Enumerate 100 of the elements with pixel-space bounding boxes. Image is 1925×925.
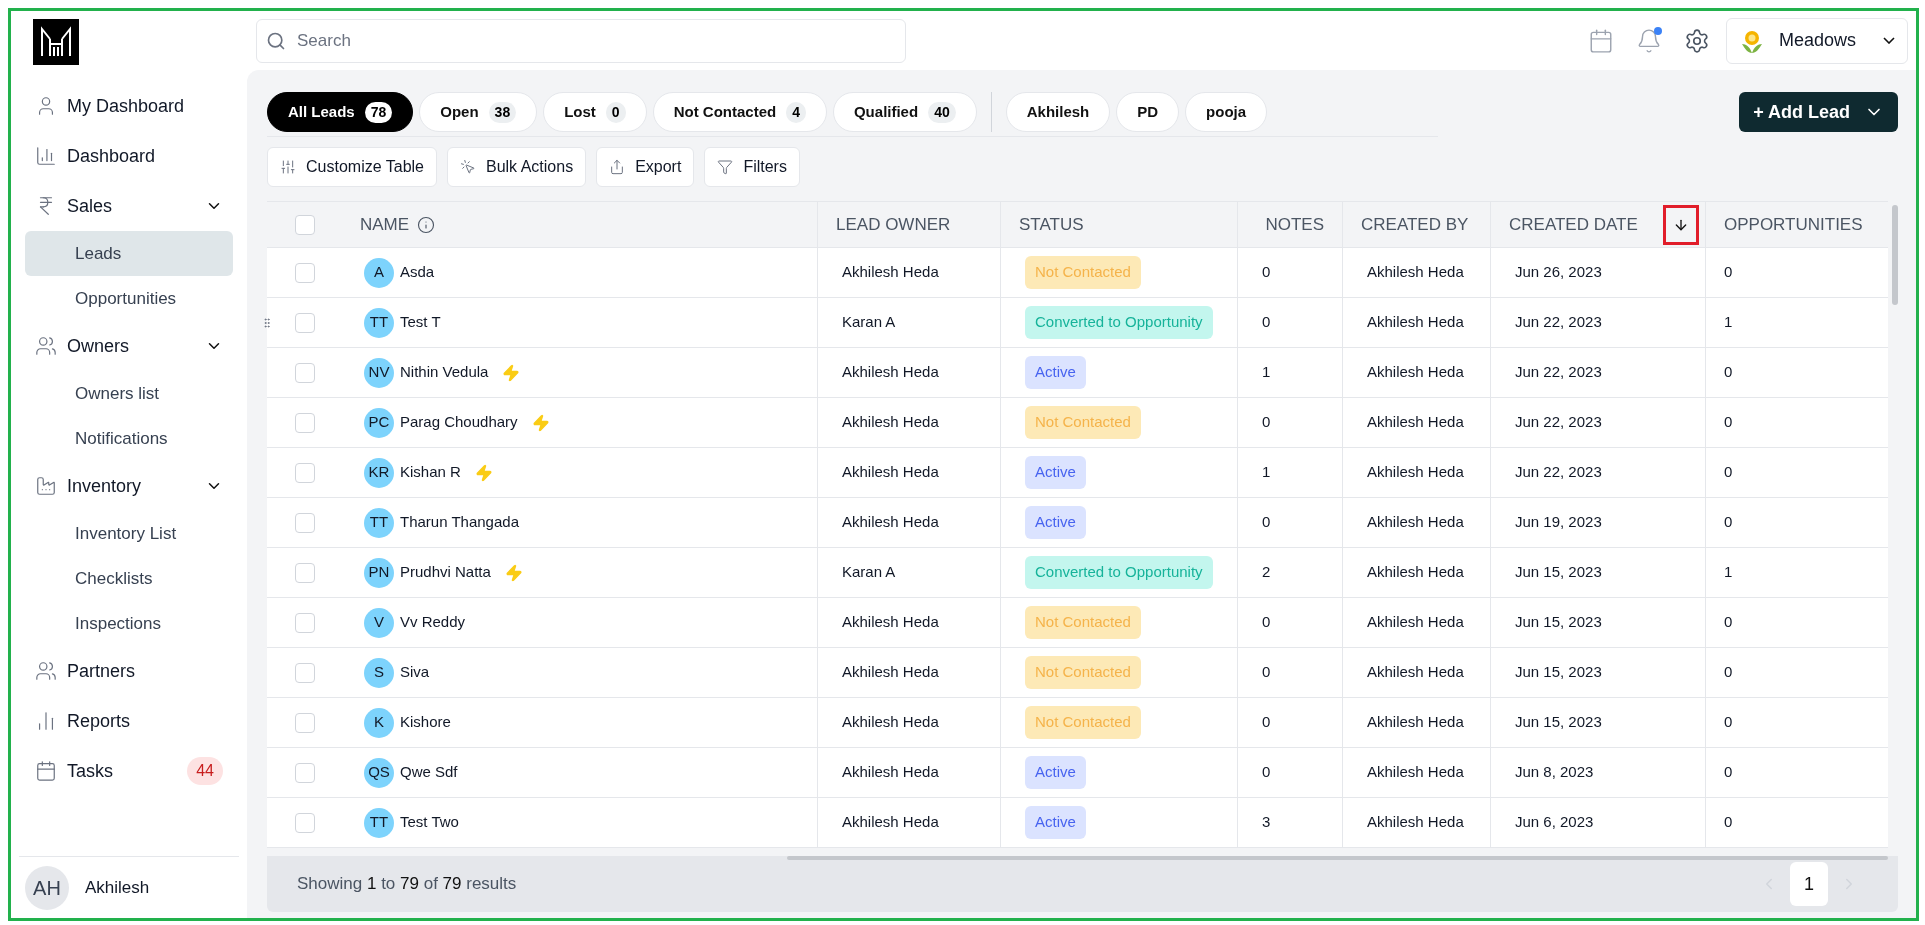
table-cell-text: Akhilesh Heda: [1367, 512, 1464, 533]
table-row[interactable]: TT Test Two Akhilesh Heda Active 3 Akhilesh Heda Jun 6, 2023 0: [267, 798, 1888, 848]
lead-name[interactable]: Vv Reddy: [400, 611, 466, 634]
lead-name[interactable]: Tharun Thangada: [400, 511, 519, 534]
row-checkbox[interactable]: [294, 462, 315, 483]
lead-name[interactable]: Kishan R: [400, 461, 461, 484]
table-cell-text: Akhilesh Heda: [842, 262, 939, 283]
table-cell-text: Jun 26, 2023: [1515, 262, 1602, 283]
nav-subitem[interactable]: Notifications: [25, 416, 233, 461]
toolbar-button[interactable]: Customize Table: [267, 147, 437, 187]
nav-subitem[interactable]: Inspections: [25, 601, 233, 646]
nav-subitem[interactable]: Owners list: [25, 371, 233, 416]
count-badge: 78: [364, 101, 393, 123]
nav-item[interactable]: My Dashboard: [25, 81, 233, 131]
column-header[interactable]: CREATED BY: [1361, 211, 1469, 238]
horizontal-scrollbar[interactable]: [787, 856, 1888, 860]
row-checkbox[interactable]: [294, 762, 315, 783]
row-checkbox[interactable]: [294, 412, 315, 433]
nav-subitem[interactable]: Checklists: [25, 556, 233, 601]
lead-name[interactable]: Prudhvi Natta: [400, 561, 491, 584]
calendar-icon[interactable]: [1588, 27, 1614, 54]
table-row[interactable]: A Asda Akhilesh Heda Not Contacted 0 Akhilesh Heda Jun 26, 2023 0: [267, 248, 1888, 298]
column-header[interactable]: OPPORTUNITIES: [1724, 211, 1863, 238]
lead-name[interactable]: Kishore: [400, 711, 451, 734]
user-avatar[interactable]: AH: [25, 865, 69, 910]
filter-chip[interactable]: All Leads 78: [267, 92, 414, 132]
row-checkbox[interactable]: [294, 262, 315, 283]
saved-filter-chip[interactable]: pooja: [1185, 92, 1268, 132]
table-cell-text: Akhilesh Heda: [842, 462, 939, 483]
column-header[interactable]: CREATED DATE: [1509, 211, 1638, 238]
lead-name[interactable]: Parag Choudhary: [400, 411, 518, 434]
nav-subitem[interactable]: Leads: [25, 231, 233, 276]
status-badge: Active: [1025, 456, 1086, 489]
table-row[interactable]: TT Tharun Thangada Akhilesh Heda Active 0 Akhilesh Heda Jun 19, 2023 0: [267, 498, 1888, 548]
column-header[interactable]: NOTES: [1265, 211, 1324, 238]
table-cell-text: Karan A: [842, 312, 896, 333]
row-checkbox[interactable]: [294, 712, 315, 733]
toolbar-button[interactable]: Export: [596, 147, 695, 187]
filter-chip[interactable]: Open 38: [419, 92, 538, 132]
filter-chip[interactable]: Qualified 40: [832, 92, 977, 132]
nav-item[interactable]: Partners: [25, 646, 233, 696]
toolbar-button[interactable]: Bulk Actions: [447, 147, 587, 187]
filter-chip[interactable]: Not Contacted 4: [652, 92, 827, 132]
table-row[interactable]: PC Parag Choudhary Akhilesh Heda Not Contacted 0 Akhilesh Heda Jun 22, 2023 0: [267, 398, 1888, 448]
table-row[interactable]: NV Nithin Vedula Akhilesh Heda Active 1 Akhilesh Heda Jun 22, 2023 0: [267, 348, 1888, 398]
lead-name[interactable]: Nithin Vedula: [400, 361, 489, 384]
select-all-checkbox[interactable]: [294, 214, 315, 235]
column-header[interactable]: STATUS: [1019, 211, 1084, 238]
row-checkbox[interactable]: [294, 662, 315, 683]
row-checkbox[interactable]: [294, 812, 315, 833]
settings-icon[interactable]: [1684, 27, 1710, 54]
nav-subitem[interactable]: Opportunities: [25, 276, 233, 321]
lead-name[interactable]: Qwe Sdf: [400, 761, 458, 784]
table-row[interactable]: V Vv Reddy Akhilesh Heda Not Contacted 0 Akhilesh Heda Jun 15, 2023 0: [267, 598, 1888, 648]
filter-chip[interactable]: Lost 0: [543, 92, 647, 132]
nav-item[interactable]: Owners: [25, 321, 233, 371]
table-cell-text: 0: [1724, 412, 1733, 433]
vertical-scrollbar[interactable]: [1892, 205, 1898, 305]
table-cell-text: Jun 22, 2023: [1515, 362, 1602, 383]
nav-item[interactable]: Sales: [25, 181, 233, 231]
row-checkbox[interactable]: [294, 312, 315, 333]
table-cell-text: Akhilesh Heda: [842, 362, 939, 383]
page-button[interactable]: 1: [1790, 862, 1828, 906]
people-icon: [35, 335, 57, 357]
saved-filter-chip[interactable]: Akhilesh: [1005, 92, 1111, 132]
table-row[interactable]: TT Test T Karan A Converted to Opportunity 0 Akhilesh Heda Jun 22, 2023 1: [267, 298, 1888, 348]
toolbar-button[interactable]: Filters: [704, 147, 800, 187]
status-badge: Converted to Opportunity: [1025, 556, 1213, 589]
table-row[interactable]: QS Qwe Sdf Akhilesh Heda Active 0 Akhilesh Heda Jun 8, 2023 0: [267, 748, 1888, 798]
table-row[interactable]: K Kishore Akhilesh Heda Not Contacted 0 Akhilesh Heda Jun 15, 2023 0: [267, 698, 1888, 748]
row-checkbox[interactable]: [294, 612, 315, 633]
table-cell-text: Jun 15, 2023: [1515, 562, 1602, 583]
nav-item[interactable]: Dashboard: [25, 131, 233, 181]
lead-name[interactable]: Siva: [400, 661, 430, 684]
status-badge: Not Contacted: [1025, 606, 1141, 639]
status-badge: Not Contacted: [1025, 656, 1141, 689]
table-row[interactable]: KR Kishan R Akhilesh Heda Active 1 Akhilesh Heda Jun 22, 2023 0: [267, 448, 1888, 498]
column-header[interactable]: NAME: [360, 211, 410, 238]
saved-filter-chip[interactable]: PD: [1116, 92, 1180, 132]
lead-name[interactable]: Test T: [400, 311, 441, 334]
nav-item[interactable]: Inventory: [25, 461, 233, 511]
nav-subitem[interactable]: Inventory List: [25, 511, 233, 556]
table-cell-text: Jun 19, 2023: [1515, 512, 1602, 533]
drag-handle-icon[interactable]: [261, 316, 273, 330]
table-cell-text: Akhilesh Heda: [1367, 412, 1464, 433]
lead-name[interactable]: Test Two: [400, 811, 459, 834]
nav-item[interactable]: Tasks 44: [25, 746, 233, 796]
organization-dropdown[interactable]: Meadows: [1726, 17, 1908, 64]
search-field[interactable]: Search: [256, 18, 906, 63]
table-row[interactable]: PN Prudhvi Natta Karan A Converted to Opportunity 2 Akhilesh Heda Jun 15, 2023 1: [267, 548, 1888, 598]
row-checkbox[interactable]: [294, 512, 315, 533]
row-checkbox[interactable]: [294, 362, 315, 383]
column-header[interactable]: LEAD OWNER: [836, 211, 951, 238]
table-row[interactable]: S Siva Akhilesh Heda Not Contacted 0 Akhilesh Heda Jun 15, 2023 0: [267, 648, 1888, 698]
add-lead-button[interactable]: + Add Lead: [1739, 92, 1898, 132]
row-checkbox[interactable]: [294, 562, 315, 583]
notification-button[interactable]: [1636, 27, 1662, 54]
nav-item[interactable]: Reports: [25, 696, 233, 746]
filter-icon: [717, 159, 734, 175]
lead-name[interactable]: Asda: [400, 261, 435, 284]
